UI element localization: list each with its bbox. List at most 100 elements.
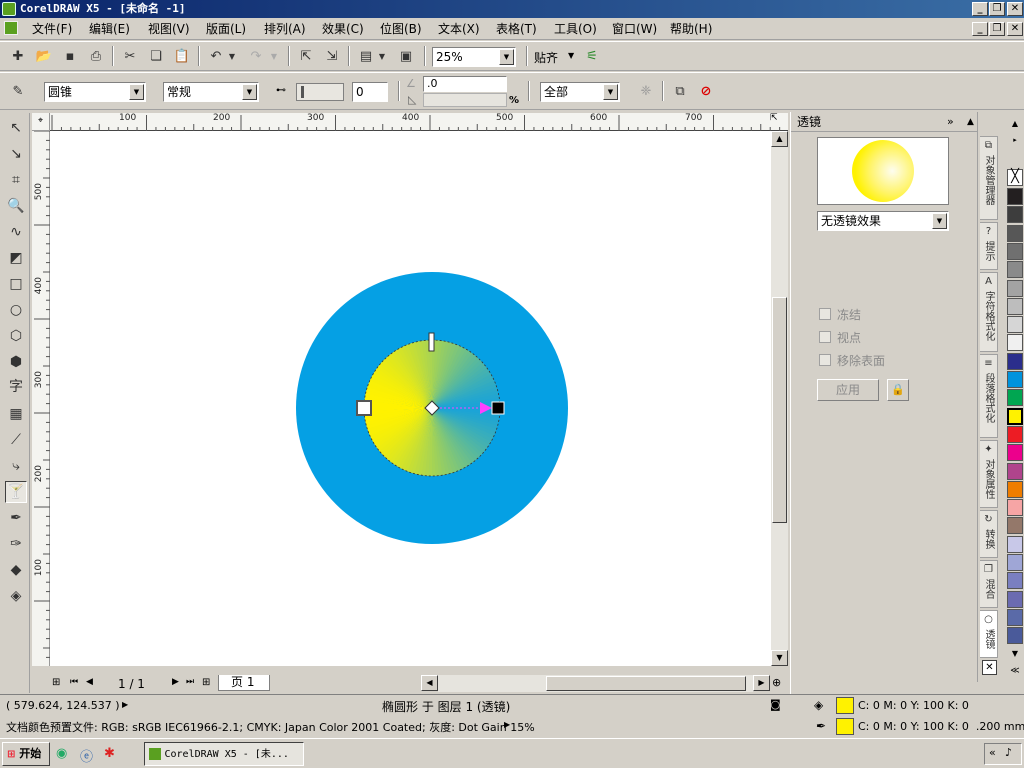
transparency-type-combo[interactable]: 圆锥 ▼ xyxy=(44,82,146,102)
transparency-type-dropdown-icon[interactable]: ▼ xyxy=(129,84,144,100)
close-button[interactable]: ✕ xyxy=(1007,2,1023,16)
freehand-tool-icon[interactable]: ∿ xyxy=(5,221,27,243)
snap-dropdown-icon[interactable]: ▼ xyxy=(568,51,574,60)
freeze-transparency-icon[interactable]: ❈ xyxy=(636,81,656,101)
menu-file[interactable]: 文件(F) xyxy=(28,21,76,37)
text-tool-icon[interactable]: 字 xyxy=(5,375,27,397)
tab-lens[interactable]: ○ 透镜 xyxy=(980,610,998,658)
palette-swatch[interactable] xyxy=(1007,389,1023,407)
save-icon[interactable]: ▪ xyxy=(60,46,80,66)
zoom-level-combo[interactable]: 25% ▼ xyxy=(432,47,516,67)
palette-swatch[interactable] xyxy=(1007,627,1023,645)
palette-swatch[interactable] xyxy=(1007,554,1023,571)
navigator-icon[interactable]: ⊕ xyxy=(772,676,781,689)
ellipse-tool-icon[interactable]: ○ xyxy=(5,299,27,321)
coreldraw-app-icon[interactable] xyxy=(2,2,16,16)
add-page-icon[interactable]: ⊞ xyxy=(52,677,60,688)
midpoint-value-input[interactable]: 0 xyxy=(352,82,388,102)
tab-blend[interactable]: ❐ 混合 xyxy=(980,560,998,608)
coreldraw-task-button[interactable]: CorelDRAW X5 - [未... xyxy=(144,742,304,766)
tab-paragraph-formatting[interactable]: ≡ 段落格式化 xyxy=(980,354,998,438)
palette-swatch[interactable] xyxy=(1007,590,1023,608)
lens-type-dropdown-icon[interactable]: ▼ xyxy=(932,213,947,229)
document-icon[interactable] xyxy=(4,21,18,35)
menu-text[interactable]: 文本(X) xyxy=(434,21,484,37)
doc-minimize-button[interactable]: _ xyxy=(972,22,988,36)
rectangle-tool-icon[interactable]: □ xyxy=(5,273,27,295)
menu-effects[interactable]: 效果(C) xyxy=(318,21,368,37)
last-page-icon[interactable]: ⏭ xyxy=(186,677,194,687)
copy-transparency-icon[interactable]: ⧉ xyxy=(670,81,690,101)
menu-table[interactable]: 表格(T) xyxy=(492,21,541,37)
redo-dropdown-icon[interactable]: ▼ xyxy=(268,46,280,66)
palette-swatch[interactable] xyxy=(1007,480,1023,498)
angle-input[interactable]: .0 xyxy=(423,76,507,92)
transparency-tool-icon[interactable]: 🍸 xyxy=(5,481,27,503)
interactive-fill-tool-icon[interactable]: ◈ xyxy=(5,585,27,607)
horizontal-scrollbar[interactable] xyxy=(438,675,753,692)
snap-to-button[interactable]: 贴齐 xyxy=(534,49,558,66)
freeze-checkbox[interactable] xyxy=(819,308,831,320)
palette-swatch[interactable] xyxy=(1007,224,1023,242)
speaker-icon[interactable]: ♪ xyxy=(1005,746,1012,759)
edit-transparency-icon[interactable]: ✎ xyxy=(8,81,28,101)
edge-pad-input[interactable] xyxy=(423,93,507,107)
basic-shapes-tool-icon[interactable]: ⬢ xyxy=(5,351,27,373)
viewpoint-checkbox[interactable] xyxy=(819,331,831,343)
profile-arrow-icon[interactable]: ▶ xyxy=(504,720,510,729)
menu-view[interactable]: 视图(V) xyxy=(144,21,194,37)
color-profile-info[interactable]: 文档颜色预置文件: RGB: sRGB IEC61966-2.1; CMYK: … xyxy=(6,719,535,735)
smart-fill-tool-icon[interactable]: ◩ xyxy=(5,247,27,269)
palette-swatch[interactable] xyxy=(1007,371,1023,388)
horizontal-ruler[interactable]: 100 200 300 400 500 600 700 ⇱ xyxy=(50,113,788,131)
redo-icon[interactable]: ↷ xyxy=(246,46,266,66)
tab-transform[interactable]: ↻ 转换 xyxy=(980,510,998,558)
tab-hints[interactable]: ? 提示 xyxy=(980,222,998,270)
palette-swatch[interactable] xyxy=(1007,297,1023,315)
lens-type-combo[interactable]: 无透镜效果 ▼ xyxy=(817,211,949,231)
menu-edit[interactable]: 编辑(E) xyxy=(85,21,134,37)
launcher-dropdown-icon[interactable]: ▼ xyxy=(376,46,388,66)
palette-expand-icon[interactable]: ≪ xyxy=(1007,665,1023,677)
menu-tools[interactable]: 工具(O) xyxy=(550,21,601,37)
apply-to-combo[interactable]: 全部 ▼ xyxy=(540,82,620,102)
fill-tool-icon[interactable]: ◆ xyxy=(5,559,27,581)
palette-swatch[interactable] xyxy=(1007,334,1023,352)
paste-icon[interactable]: 📋 xyxy=(172,46,192,66)
outline-pen-tool-icon[interactable]: ✑ xyxy=(5,533,27,555)
docker-minimize-icon[interactable]: ▲ xyxy=(967,112,974,132)
page-tab-1[interactable]: 页 1 xyxy=(218,675,270,691)
cut-icon[interactable]: ✂ xyxy=(120,46,140,66)
tab-character-formatting[interactable]: A 字符格式化 xyxy=(980,272,998,352)
no-color-swatch[interactable]: ╳ xyxy=(1007,169,1023,186)
menu-bitmaps[interactable]: 位图(B) xyxy=(376,21,426,37)
zoom-dropdown-icon[interactable]: ▼ xyxy=(499,49,514,65)
palette-swatch[interactable] xyxy=(1007,242,1023,260)
palette-swatch[interactable] xyxy=(1007,352,1023,370)
next-page-icon[interactable]: ▶ xyxy=(172,677,179,687)
horizontal-scroll-thumb[interactable] xyxy=(546,676,746,691)
import-icon[interactable]: ⇱ xyxy=(296,46,316,66)
first-page-icon[interactable]: ⏮ xyxy=(70,677,78,687)
remove-face-checkbox[interactable] xyxy=(819,354,831,366)
palette-swatch[interactable] xyxy=(1007,206,1023,224)
close-docker-icon[interactable]: ✕ xyxy=(982,660,997,675)
outline-color-swatch[interactable] xyxy=(836,718,854,735)
palette-swatch[interactable] xyxy=(1007,188,1023,205)
palette-swatch[interactable] xyxy=(1007,499,1023,517)
palette-swatch[interactable] xyxy=(1007,444,1023,462)
vertical-ruler[interactable]: 500 400 300 200 100 xyxy=(32,131,50,666)
apply-to-dropdown-icon[interactable]: ▼ xyxy=(603,84,618,100)
copy-icon[interactable]: ❏ xyxy=(146,46,166,66)
shape-tool-icon[interactable]: ↘ xyxy=(5,143,27,165)
scroll-right-icon[interactable]: ▶ xyxy=(753,675,770,691)
snap-status-icon[interactable]: ◙ xyxy=(770,698,781,711)
ruler-origin-icon[interactable]: ⌖ xyxy=(32,113,50,131)
palette-swatch[interactable] xyxy=(1007,425,1023,443)
menu-layout[interactable]: 版面(L) xyxy=(202,21,250,37)
options-icon[interactable]: ⚟ xyxy=(582,46,602,66)
doc-close-button[interactable]: ✕ xyxy=(1007,22,1023,36)
palette-menu-icon[interactable]: ▸ xyxy=(1007,136,1023,144)
palette-swatch[interactable] xyxy=(1007,261,1023,279)
browser-icon[interactable]: ◉ xyxy=(56,746,67,761)
